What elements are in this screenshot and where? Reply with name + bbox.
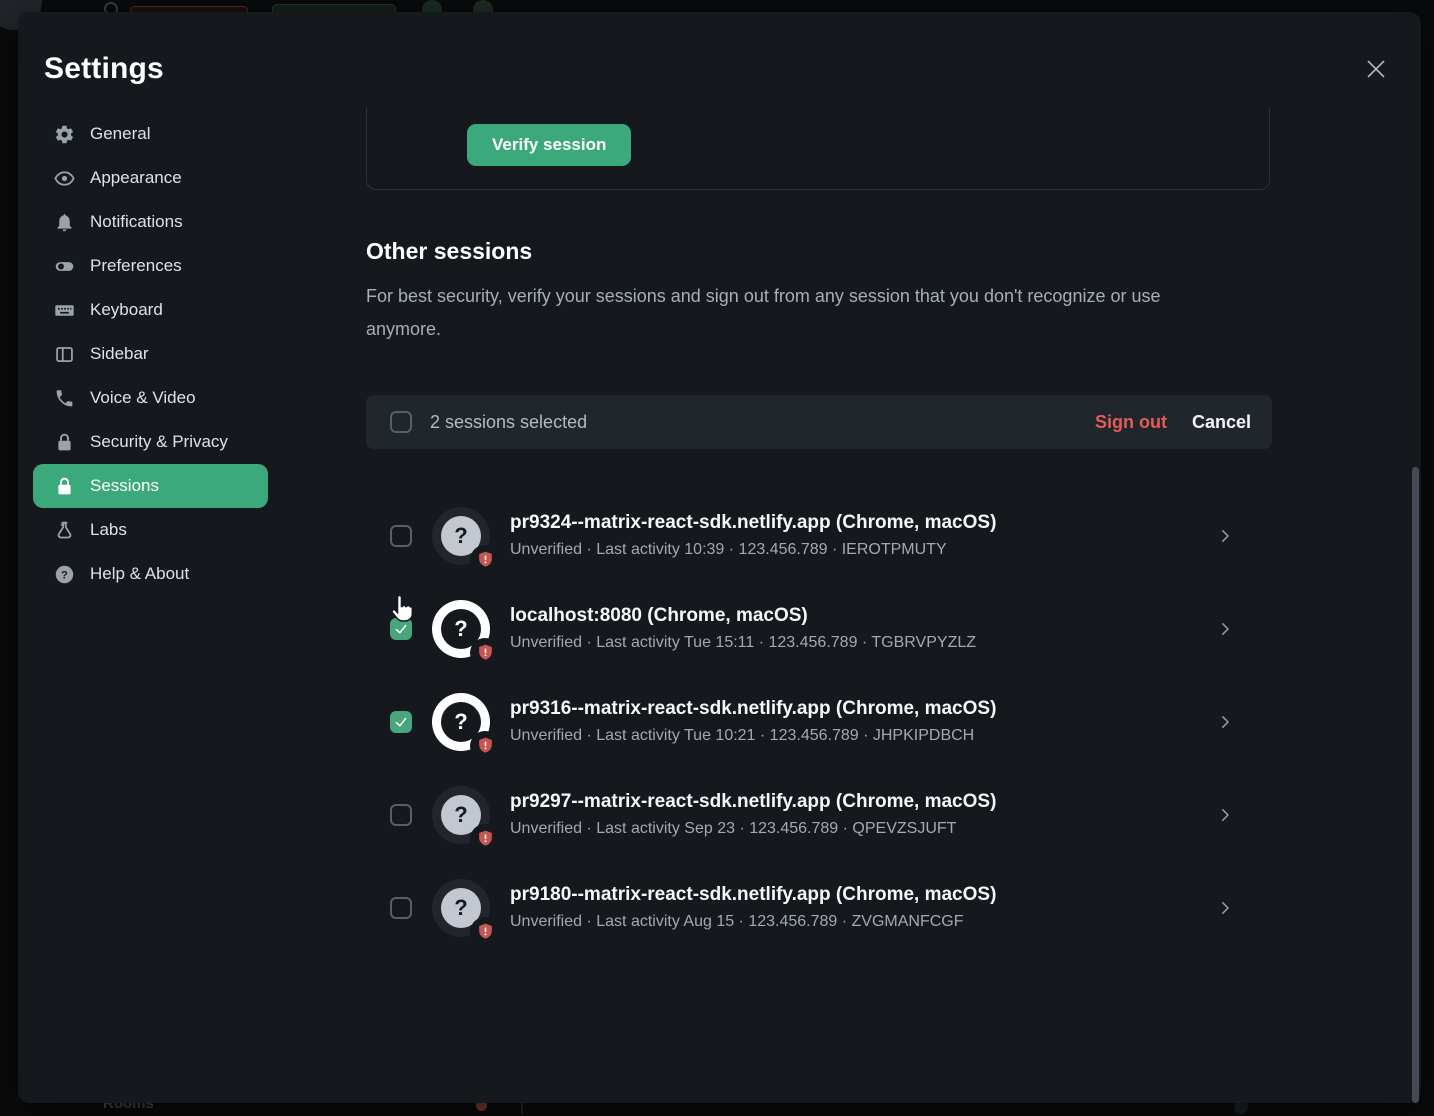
session-checkbox[interactable] <box>390 804 412 826</box>
keyboard-icon <box>54 300 75 321</box>
settings-dialog: Settings General Appearance Notification… <box>18 12 1421 1103</box>
sidebar-item-label: Voice & Video <box>90 388 196 408</box>
scrollbar[interactable] <box>1412 467 1419 1103</box>
session-name: pr9324--matrix-react-sdk.netlify.app (Ch… <box>510 512 996 534</box>
session-info: pr9316--matrix-react-sdk.netlify.app (Ch… <box>510 698 996 745</box>
sidebar-item-voice-video[interactable]: Voice & Video <box>33 376 268 420</box>
chevron-right-icon[interactable] <box>1216 527 1234 545</box>
session-info: pr9297--matrix-react-sdk.netlify.app (Ch… <box>510 791 996 838</box>
session-row[interactable]: ? pr9316--matrix-react-sdk.netlify.app (… <box>366 675 1272 768</box>
sidebar-item-label: Sessions <box>90 476 159 496</box>
settings-sidebar: General Appearance Notifications Prefere… <box>33 112 268 596</box>
verify-session-button[interactable]: Verify session <box>467 124 631 166</box>
session-avatar: ? <box>432 507 490 565</box>
sidebar-item-keyboard[interactable]: Keyboard <box>33 288 268 332</box>
session-name: pr9297--matrix-react-sdk.netlify.app (Ch… <box>510 791 996 813</box>
unverified-shield-icon <box>470 917 500 947</box>
close-icon <box>1365 58 1387 80</box>
sidebar-item-label: Preferences <box>90 256 182 276</box>
current-session-card: Verify session <box>366 108 1270 190</box>
sidebar-item-preferences[interactable]: Preferences <box>33 244 268 288</box>
session-checkbox[interactable] <box>390 525 412 547</box>
sidebar-item-label: Keyboard <box>90 300 163 320</box>
chevron-right-icon[interactable] <box>1216 620 1234 638</box>
session-list: ? pr9324--matrix-react-sdk.netlify.app (… <box>366 489 1272 954</box>
sidebar-item-label: Sidebar <box>90 344 149 364</box>
cancel-button[interactable]: Cancel <box>1192 412 1251 433</box>
sidebar-item-notifications[interactable]: Notifications <box>33 200 268 244</box>
sidebar-item-label: Notifications <box>90 212 183 232</box>
session-details: Unverified · Last activity Sep 23 · 123.… <box>510 820 996 838</box>
phone-icon <box>54 388 75 409</box>
flask-icon <box>54 520 75 541</box>
unverified-shield-icon <box>470 824 500 854</box>
sidebar-item-appearance[interactable]: Appearance <box>33 156 268 200</box>
session-row[interactable]: ? pr9180--matrix-react-sdk.netlify.app (… <box>366 861 1272 954</box>
selection-bar: 2 sessions selected Sign out Cancel <box>366 395 1272 449</box>
other-sessions-heading: Other sessions <box>366 238 532 265</box>
sidebar-item-label: General <box>90 124 150 144</box>
session-checkbox[interactable] <box>390 897 412 919</box>
sidebar-item-label: Labs <box>90 520 127 540</box>
lock-icon <box>54 432 75 453</box>
session-avatar: ? <box>432 693 490 751</box>
sidebar-item-sidebar[interactable]: Sidebar <box>33 332 268 376</box>
sidebar-layout-icon <box>54 344 75 365</box>
question-circle-icon: ? <box>54 564 75 585</box>
sidebar-item-label: Security & Privacy <box>90 432 228 452</box>
dialog-title: Settings <box>44 52 164 86</box>
sessions-content: Verify session Other sessions For best s… <box>366 108 1272 1103</box>
svg-text:?: ? <box>61 569 68 581</box>
session-name: pr9180--matrix-react-sdk.netlify.app (Ch… <box>510 884 996 906</box>
session-name: localhost:8080 (Chrome, macOS) <box>510 605 976 627</box>
selected-count-label: 2 sessions selected <box>430 412 1095 433</box>
sidebar-item-label: Appearance <box>90 168 182 188</box>
session-details: Unverified · Last activity Tue 10:21 · 1… <box>510 727 996 745</box>
sidebar-item-sessions[interactable]: Sessions <box>33 464 268 508</box>
sidebar-item-label: Help & About <box>90 564 189 584</box>
chevron-right-icon[interactable] <box>1216 899 1234 917</box>
unverified-shield-icon <box>470 638 500 668</box>
gear-icon <box>54 124 75 145</box>
sign-out-button[interactable]: Sign out <box>1095 412 1167 433</box>
unverified-shield-icon <box>470 545 500 575</box>
chevron-right-icon[interactable] <box>1216 713 1234 731</box>
other-sessions-description: For best security, verify your sessions … <box>366 280 1196 346</box>
session-row[interactable]: ? localhost:8080 (Chrome, macOS) Unverif… <box>366 582 1272 675</box>
close-button[interactable] <box>1361 54 1391 84</box>
session-checkbox[interactable] <box>390 618 412 640</box>
toggle-icon <box>54 256 75 277</box>
lock-icon <box>54 476 75 497</box>
session-checkbox[interactable] <box>390 711 412 733</box>
session-avatar: ? <box>432 600 490 658</box>
session-info: pr9180--matrix-react-sdk.netlify.app (Ch… <box>510 884 996 931</box>
chevron-right-icon[interactable] <box>1216 806 1234 824</box>
session-avatar: ? <box>432 786 490 844</box>
session-info: pr9324--matrix-react-sdk.netlify.app (Ch… <box>510 512 996 559</box>
eye-icon <box>54 168 75 189</box>
sidebar-item-labs[interactable]: Labs <box>33 508 268 552</box>
session-details: Unverified · Last activity Tue 15:11 · 1… <box>510 634 976 652</box>
session-row[interactable]: ? pr9324--matrix-react-sdk.netlify.app (… <box>366 489 1272 582</box>
session-row[interactable]: ? pr9297--matrix-react-sdk.netlify.app (… <box>366 768 1272 861</box>
session-name: pr9316--matrix-react-sdk.netlify.app (Ch… <box>510 698 996 720</box>
bell-icon <box>54 212 75 233</box>
session-info: localhost:8080 (Chrome, macOS) Unverifie… <box>510 605 976 652</box>
sidebar-item-help-about[interactable]: ? Help & About <box>33 552 268 596</box>
sidebar-item-security-privacy[interactable]: Security & Privacy <box>33 420 268 464</box>
unverified-shield-icon <box>470 731 500 761</box>
session-details: Unverified · Last activity 10:39 · 123.4… <box>510 541 996 559</box>
session-avatar: ? <box>432 879 490 937</box>
sidebar-item-general[interactable]: General <box>33 112 268 156</box>
select-all-checkbox[interactable] <box>390 411 412 433</box>
session-details: Unverified · Last activity Aug 15 · 123.… <box>510 913 996 931</box>
